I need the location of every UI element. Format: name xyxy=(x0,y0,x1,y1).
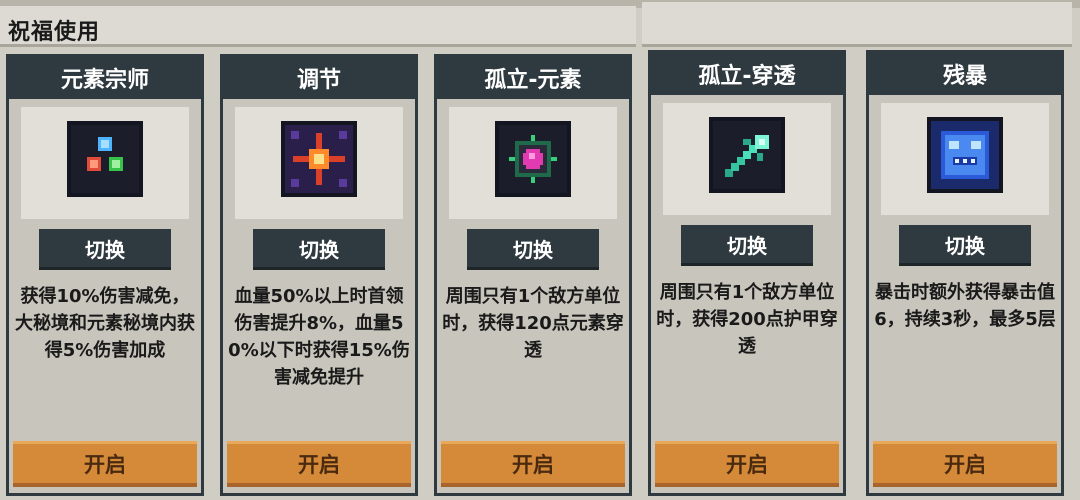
card-title: 元素宗师 xyxy=(9,57,201,99)
icon-frame xyxy=(449,107,617,219)
card-description: 获得10%伤害减免，大秘境和元素秘境内获得5%伤害加成 xyxy=(15,286,195,361)
panel-title: 祝福使用 xyxy=(8,20,101,45)
piercing-arrow-icon xyxy=(709,117,785,193)
blessing-card: 元素宗师 切换 获得10%伤害减免，大秘境和元素秘境内获得5%伤害加成 开启 xyxy=(6,54,204,496)
isolated-gem-icon xyxy=(495,121,571,197)
switch-button[interactable]: 切换 xyxy=(899,225,1031,266)
panel-header-right xyxy=(642,2,1072,47)
switch-button[interactable]: 切换 xyxy=(467,229,599,270)
panel-header: 祝福使用 xyxy=(0,6,636,47)
card-title: 调节 xyxy=(223,57,415,99)
card-title: 孤立-穿透 xyxy=(651,53,843,95)
enable-button[interactable]: 开启 xyxy=(227,441,411,487)
blessing-card: 残暴 切换 暴击时额外获得暴击值6，持续3秒，最多5层 开启 xyxy=(866,50,1064,496)
card-description: 周围只有1个敌方单位时，获得120点元素穿透 xyxy=(442,286,624,361)
switch-button[interactable]: 切换 xyxy=(681,225,813,266)
card-title: 孤立-元素 xyxy=(437,57,629,99)
icon-frame xyxy=(663,103,831,215)
enable-button[interactable]: 开启 xyxy=(13,441,197,487)
icon-frame xyxy=(881,103,1049,215)
blue-beast-icon xyxy=(927,117,1003,193)
enable-button[interactable]: 开启 xyxy=(441,441,625,487)
icon-frame xyxy=(21,107,189,219)
card-description: 周围只有1个敌方单位时，获得200点护甲穿透 xyxy=(656,282,838,357)
switch-button[interactable]: 切换 xyxy=(39,229,171,270)
blessing-card: 孤立-穿透 切换 周围只有1个敌方单位时，获得200点护甲穿透 开启 xyxy=(648,50,846,496)
blessing-card: 调节 切换 血量50%以上时首领伤害提升8%，血量50%以下时获得15%伤害减免… xyxy=(220,54,418,496)
starburst-icon xyxy=(281,121,357,197)
switch-button[interactable]: 切换 xyxy=(253,229,385,270)
enable-button[interactable]: 开启 xyxy=(655,441,839,487)
icon-frame xyxy=(235,107,403,219)
elemental-orbs-icon xyxy=(67,121,143,197)
card-description: 血量50%以上时首领伤害提升8%，血量50%以下时获得15%伤害减免提升 xyxy=(228,286,410,388)
blessing-card: 孤立-元素 切换 周围只有1个敌方单位时，获得120点元素穿透 开启 xyxy=(434,54,632,496)
card-description: 暴击时额外获得暴击值6，持续3秒，最多5层 xyxy=(874,282,1056,330)
enable-button[interactable]: 开启 xyxy=(873,441,1057,487)
card-title: 残暴 xyxy=(869,53,1061,95)
